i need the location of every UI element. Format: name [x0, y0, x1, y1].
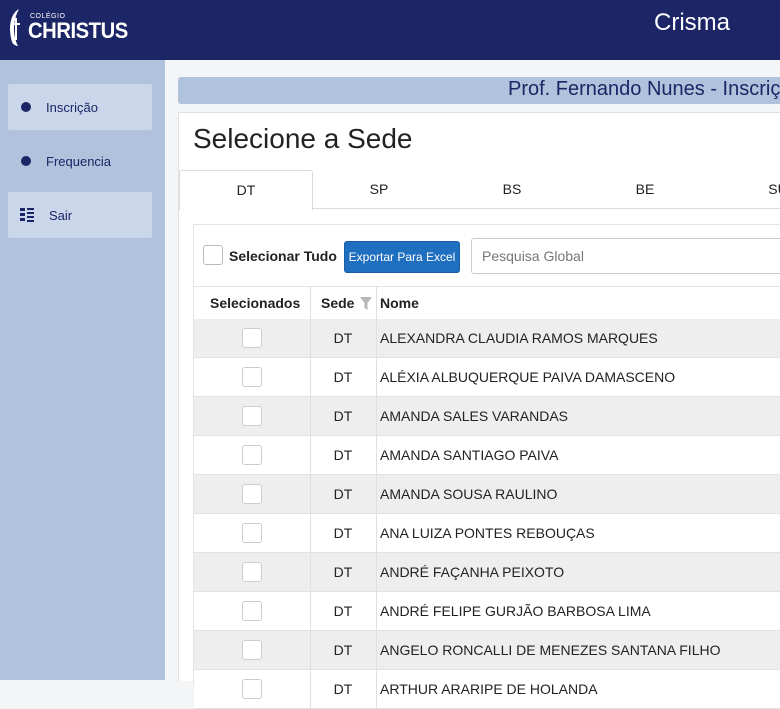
row-checkbox[interactable]: [242, 367, 262, 387]
sede-card: Selecione a Sede DT SP BS BE SU Selecion…: [178, 112, 780, 709]
data-table-panel: Selecionar Tudo Exportar Para Excel Pesq…: [193, 224, 780, 709]
export-excel-button[interactable]: Exportar Para Excel: [344, 241, 460, 273]
tab-dt[interactable]: DT: [179, 170, 313, 211]
column-divider: [376, 631, 377, 669]
column-header-nome[interactable]: Nome: [380, 295, 419, 311]
column-divider: [376, 397, 377, 435]
table-row[interactable]: DT ALEXANDRA CLAUDIA RAMOS MARQUES: [194, 319, 780, 358]
column-divider: [376, 358, 377, 396]
logo-text: COLÉGIO CHRISTUS: [28, 13, 136, 42]
row-nome: ANDRÉ FELIPE GURJÃO BARBOSA LIMA: [380, 603, 651, 619]
table-row[interactable]: DT ANDRÉ FELIPE GURJÃO BARBOSA LIMA: [194, 592, 780, 631]
row-checkbox[interactable]: [242, 562, 262, 582]
sidebar-item-inscricao[interactable]: Inscrição: [8, 84, 152, 130]
column-header-selecionados[interactable]: Selecionados: [210, 295, 300, 311]
row-checkbox[interactable]: [242, 445, 262, 465]
column-divider: [376, 287, 377, 319]
column-divider: [376, 319, 377, 357]
logo[interactable]: COLÉGIO CHRISTUS: [6, 4, 136, 50]
row-checkbox[interactable]: [242, 523, 262, 543]
global-search-input[interactable]: Pesquisa Global: [471, 238, 780, 274]
top-bar: COLÉGIO CHRISTUS Crisma: [0, 0, 780, 60]
column-divider: [376, 592, 377, 630]
dot-icon: [21, 102, 31, 112]
row-checkbox[interactable]: [242, 601, 262, 621]
row-sede: DT: [333, 681, 353, 697]
filter-icon[interactable]: [360, 297, 372, 310]
search-placeholder: Pesquisa Global: [482, 248, 584, 264]
sidebar: Inscrição Frequencia Sair: [0, 60, 165, 680]
logo-title: CHRISTUS: [28, 17, 128, 43]
row-nome: ALÉXIA ALBUQUERQUE PAIVA DAMASCENO: [380, 369, 676, 385]
row-nome: ANA LUIZA PONTES REBOUÇAS: [380, 525, 595, 541]
row-checkbox[interactable]: [242, 406, 262, 426]
row-nome: AMANDA SALES VARANDAS: [380, 408, 569, 424]
row-sede: DT: [333, 408, 353, 424]
list-icon: [20, 208, 34, 222]
row-sede: DT: [333, 525, 353, 541]
table-row[interactable]: DT ANGELO RONCALLI DE MENEZES SANTANA FI…: [194, 631, 780, 670]
column-divider: [376, 553, 377, 591]
tab-be[interactable]: BE: [579, 170, 711, 209]
row-checkbox[interactable]: [242, 484, 262, 504]
tab-bs[interactable]: BS: [446, 170, 578, 209]
row-nome: AMANDA SOUSA RAULINO: [380, 486, 558, 502]
table-row[interactable]: DT ANA LUIZA PONTES REBOUÇAS: [194, 514, 780, 553]
sidebar-item-label: Inscrição: [46, 99, 99, 115]
row-sede: DT: [333, 564, 353, 580]
row-sede: DT: [333, 642, 353, 658]
row-nome: ANDRÉ FAÇANHA PEIXOTO: [380, 564, 565, 580]
dot-icon: [21, 156, 31, 166]
row-checkbox[interactable]: [242, 328, 262, 348]
column-divider: [376, 670, 377, 708]
page-title: Selecione a Sede: [193, 123, 413, 154]
row-nome: ANGELO RONCALLI DE MENEZES SANTANA FILHO: [380, 642, 721, 658]
sidebar-item-frequencia[interactable]: Frequencia: [8, 138, 152, 184]
table-row[interactable]: DT ANDRÉ FAÇANHA PEIXOTO: [194, 553, 780, 592]
row-nome: ALEXANDRA CLAUDIA RAMOS MARQUES: [380, 330, 658, 346]
sidebar-item-sair[interactable]: Sair: [8, 192, 152, 238]
row-sede: DT: [333, 603, 353, 619]
table-header: Selecionados Sede Nome: [194, 286, 780, 320]
row-nome: AMANDA SANTIAGO PAIVA: [380, 447, 559, 463]
row-checkbox[interactable]: [242, 679, 262, 699]
table-row[interactable]: DT ARTHUR ARARIPE DE HOLANDA: [194, 670, 780, 709]
row-nome: ARTHUR ARARIPE DE HOLANDA: [380, 681, 598, 697]
table-row[interactable]: DT AMANDA SALES VARANDAS: [194, 397, 780, 436]
app-title: Crisma: [654, 9, 730, 36]
column-divider: [376, 436, 377, 474]
christus-logo-icon: [10, 9, 20, 46]
row-sede: DT: [333, 330, 353, 346]
column-divider: [376, 514, 377, 552]
main-content: Prof. Fernando Nunes - Inscriçã Selecion…: [165, 60, 780, 709]
sidebar-item-label: Frequencia: [46, 153, 112, 169]
table-row[interactable]: DT AMANDA SANTIAGO PAIVA: [194, 436, 780, 475]
column-divider: [376, 475, 377, 513]
select-all-checkbox[interactable]: [203, 245, 223, 265]
table-body: DT ALEXANDRA CLAUDIA RAMOS MARQUES DT AL…: [194, 319, 780, 709]
column-header-sede[interactable]: Sede: [321, 295, 354, 311]
tab-su[interactable]: SU: [712, 170, 780, 209]
professor-banner-text: Prof. Fernando Nunes - Inscriçã: [508, 78, 780, 100]
tab-sp[interactable]: SP: [313, 170, 445, 209]
professor-banner: Prof. Fernando Nunes - Inscriçã: [178, 77, 780, 104]
row-sede: DT: [333, 447, 353, 463]
row-sede: DT: [333, 369, 353, 385]
column-divider: [310, 287, 311, 319]
select-all-label: Selecionar Tudo: [229, 248, 337, 264]
sidebar-item-label: Sair: [49, 207, 73, 223]
row-sede: DT: [333, 486, 353, 502]
row-checkbox[interactable]: [242, 640, 262, 660]
table-row[interactable]: DT ALÉXIA ALBUQUERQUE PAIVA DAMASCENO: [194, 358, 780, 397]
table-row[interactable]: DT AMANDA SOUSA RAULINO: [194, 475, 780, 514]
